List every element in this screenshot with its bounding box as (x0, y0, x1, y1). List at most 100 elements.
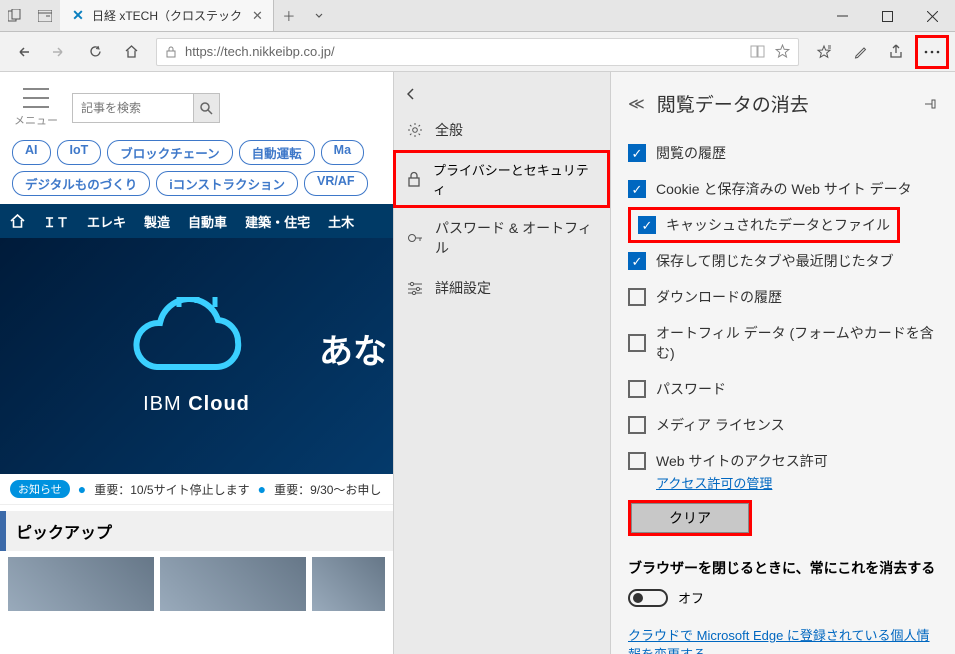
address-bar-row: https://tech.nikkeibp.co.jp/ (0, 32, 955, 72)
page-search-box (72, 93, 220, 123)
news-b[interactable]: 重要：9/30〜お申し (274, 481, 381, 498)
checkbox-icon[interactable] (628, 416, 646, 434)
check-history[interactable]: 閲覧の履歴 (628, 135, 937, 171)
show-tabs-icon[interactable] (30, 0, 60, 32)
menu-label: メニュー (14, 112, 58, 128)
tag-vrar[interactable]: VR/AF (304, 171, 368, 196)
back-button[interactable] (6, 35, 40, 69)
nav-it[interactable]: ＩＴ (43, 212, 69, 231)
thumb-3[interactable] (312, 557, 385, 611)
url-text: https://tech.nikkeibp.co.jp/ (185, 44, 742, 59)
favorite-star-icon[interactable] (775, 44, 790, 59)
check-autofill[interactable]: オートフィル データ (フォームやカードを含む) (628, 315, 937, 371)
tag-ai[interactable]: AI (12, 140, 51, 165)
check-downloads[interactable]: ダウンロードの履歴 (628, 279, 937, 315)
checkbox-icon[interactable] (628, 180, 646, 198)
check-media[interactable]: メディア ライセンス (628, 407, 937, 443)
checkbox-icon[interactable] (628, 252, 646, 270)
clear-data-title: 閲覧データの消去 (657, 90, 809, 117)
refresh-button[interactable] (78, 35, 112, 69)
maximize-button[interactable] (865, 0, 910, 32)
hamburger-icon[interactable] (23, 88, 49, 108)
forward-button[interactable] (42, 35, 76, 69)
new-tab-button[interactable]: ＋ (274, 0, 304, 31)
address-field[interactable]: https://tech.nikkeibp.co.jp/ (156, 38, 799, 66)
gear-icon (407, 122, 423, 138)
nav-civil[interactable]: 土木 (328, 212, 354, 231)
settings-item-advanced[interactable]: 詳細設定 (393, 268, 610, 308)
checkbox-icon[interactable] (628, 334, 646, 352)
page-search-input[interactable] (73, 97, 193, 119)
tag-autodrive[interactable]: 自動運転 (239, 140, 315, 165)
page-search-button[interactable] (193, 94, 219, 122)
tag-blockchain[interactable]: ブロックチェーン (107, 140, 232, 165)
window-controls (820, 0, 955, 31)
clear-data-panel: ≪ 閲覧データの消去 閲覧の履歴 Cookie と保存済みの Web サイト デ… (610, 72, 955, 654)
check-downloads-label: ダウンロードの履歴 (656, 287, 782, 307)
nav-home-icon[interactable] (10, 214, 25, 228)
nav-auto[interactable]: 自動車 (188, 212, 227, 231)
checkbox-icon[interactable] (628, 452, 646, 470)
news-badge: お知らせ (10, 480, 70, 498)
settings-item-privacy[interactable]: プライバシーとセキュリティ (393, 150, 610, 208)
tab-overflow-icon[interactable] (304, 0, 334, 31)
checkbox-icon[interactable] (628, 380, 646, 398)
tabs-aside-icon[interactable] (0, 0, 30, 32)
check-tabs[interactable]: 保存して閉じたタブや最近閉じたタブ (628, 243, 937, 279)
addr-icons (750, 44, 790, 59)
check-permissions[interactable]: Web サイトのアクセス許可 (628, 443, 937, 473)
settings-passwords-label: パスワード & オートフィル (435, 218, 596, 258)
checkbox-icon[interactable] (628, 144, 646, 162)
settings-back-button[interactable] (393, 78, 610, 110)
manage-permissions-link[interactable]: アクセス許可の管理 (656, 473, 937, 492)
settings-item-general[interactable]: 全般 (393, 110, 610, 150)
settings-item-passwords[interactable]: パスワード & オートフィル (393, 208, 610, 268)
thumb-2[interactable] (160, 557, 306, 611)
toggle-off-label: オフ (678, 588, 704, 607)
tag-digital[interactable]: デジタルものづくり (12, 171, 150, 196)
check-cached[interactable]: キャッシュされたデータとファイル (628, 207, 900, 243)
close-window-button[interactable] (910, 0, 955, 32)
checkbox-icon[interactable] (628, 288, 646, 306)
hero-banner[interactable]: IBM Cloud あな (0, 238, 393, 474)
lock-icon (165, 45, 177, 58)
cloud-icon (127, 297, 267, 387)
share-icon[interactable] (879, 35, 913, 69)
settings-sidebar: 全般 プライバシーとセキュリティ パスワード & オートフィル 詳細設定 (393, 72, 610, 654)
tag-ma[interactable]: Ma (321, 140, 364, 165)
check-cookies[interactable]: Cookie と保存済みの Web サイト データ (628, 171, 937, 207)
thumb-1[interactable] (8, 557, 154, 611)
clear-data-header: ≪ 閲覧データの消去 (628, 84, 937, 135)
always-clear-toggle[interactable] (628, 589, 668, 607)
tag-iconst[interactable]: iコンストラクション (156, 171, 298, 196)
news-a[interactable]: 重要：10/5サイト停止します (94, 481, 249, 498)
tag-iot[interactable]: IoT (57, 140, 102, 165)
home-button[interactable] (114, 35, 148, 69)
cloud-edge-link[interactable]: クラウドで Microsoft Edge に登録されている個人情報を変更する (628, 625, 937, 654)
tab-close-icon[interactable]: ✕ (252, 8, 263, 24)
tab-title: 日経 xTECH（クロステック (92, 7, 242, 24)
clear-button[interactable]: クリア (631, 503, 749, 533)
minimize-button[interactable] (820, 0, 865, 32)
settings-advanced-label: 詳細設定 (435, 278, 491, 298)
reading-view-icon[interactable] (750, 45, 765, 58)
key-icon (407, 230, 423, 246)
settings-privacy-label: プライバシーとセキュリティ (433, 160, 596, 198)
pin-icon[interactable] (923, 97, 937, 111)
favorites-bar-icon[interactable] (807, 35, 841, 69)
browser-tab[interactable]: ✕ 日経 xTECH（クロステック ✕ (60, 0, 274, 31)
thumbnails (0, 557, 393, 611)
check-tabs-label: 保存して閉じたタブや最近閉じたタブ (656, 251, 894, 271)
checkbox-icon[interactable] (638, 216, 656, 234)
notes-icon[interactable] (843, 35, 877, 69)
check-passwords[interactable]: パスワード (628, 371, 937, 407)
chevron-left-icon[interactable]: ≪ (628, 94, 645, 114)
nav-arch[interactable]: 建築・住宅 (245, 212, 310, 231)
more-menu-button[interactable] (915, 35, 949, 69)
window-titlebar: ✕ 日経 xTECH（クロステック ✕ ＋ (0, 0, 955, 32)
nav-mfg[interactable]: 製造 (144, 212, 170, 231)
nav-elec[interactable]: エレキ (87, 212, 126, 231)
check-history-label: 閲覧の履歴 (656, 143, 726, 163)
hero-brand: IBM Cloud (143, 393, 250, 416)
tag-row: AI IoT ブロックチェーン 自動運転 Ma デジタルものづくり iコンストラ… (0, 136, 393, 200)
